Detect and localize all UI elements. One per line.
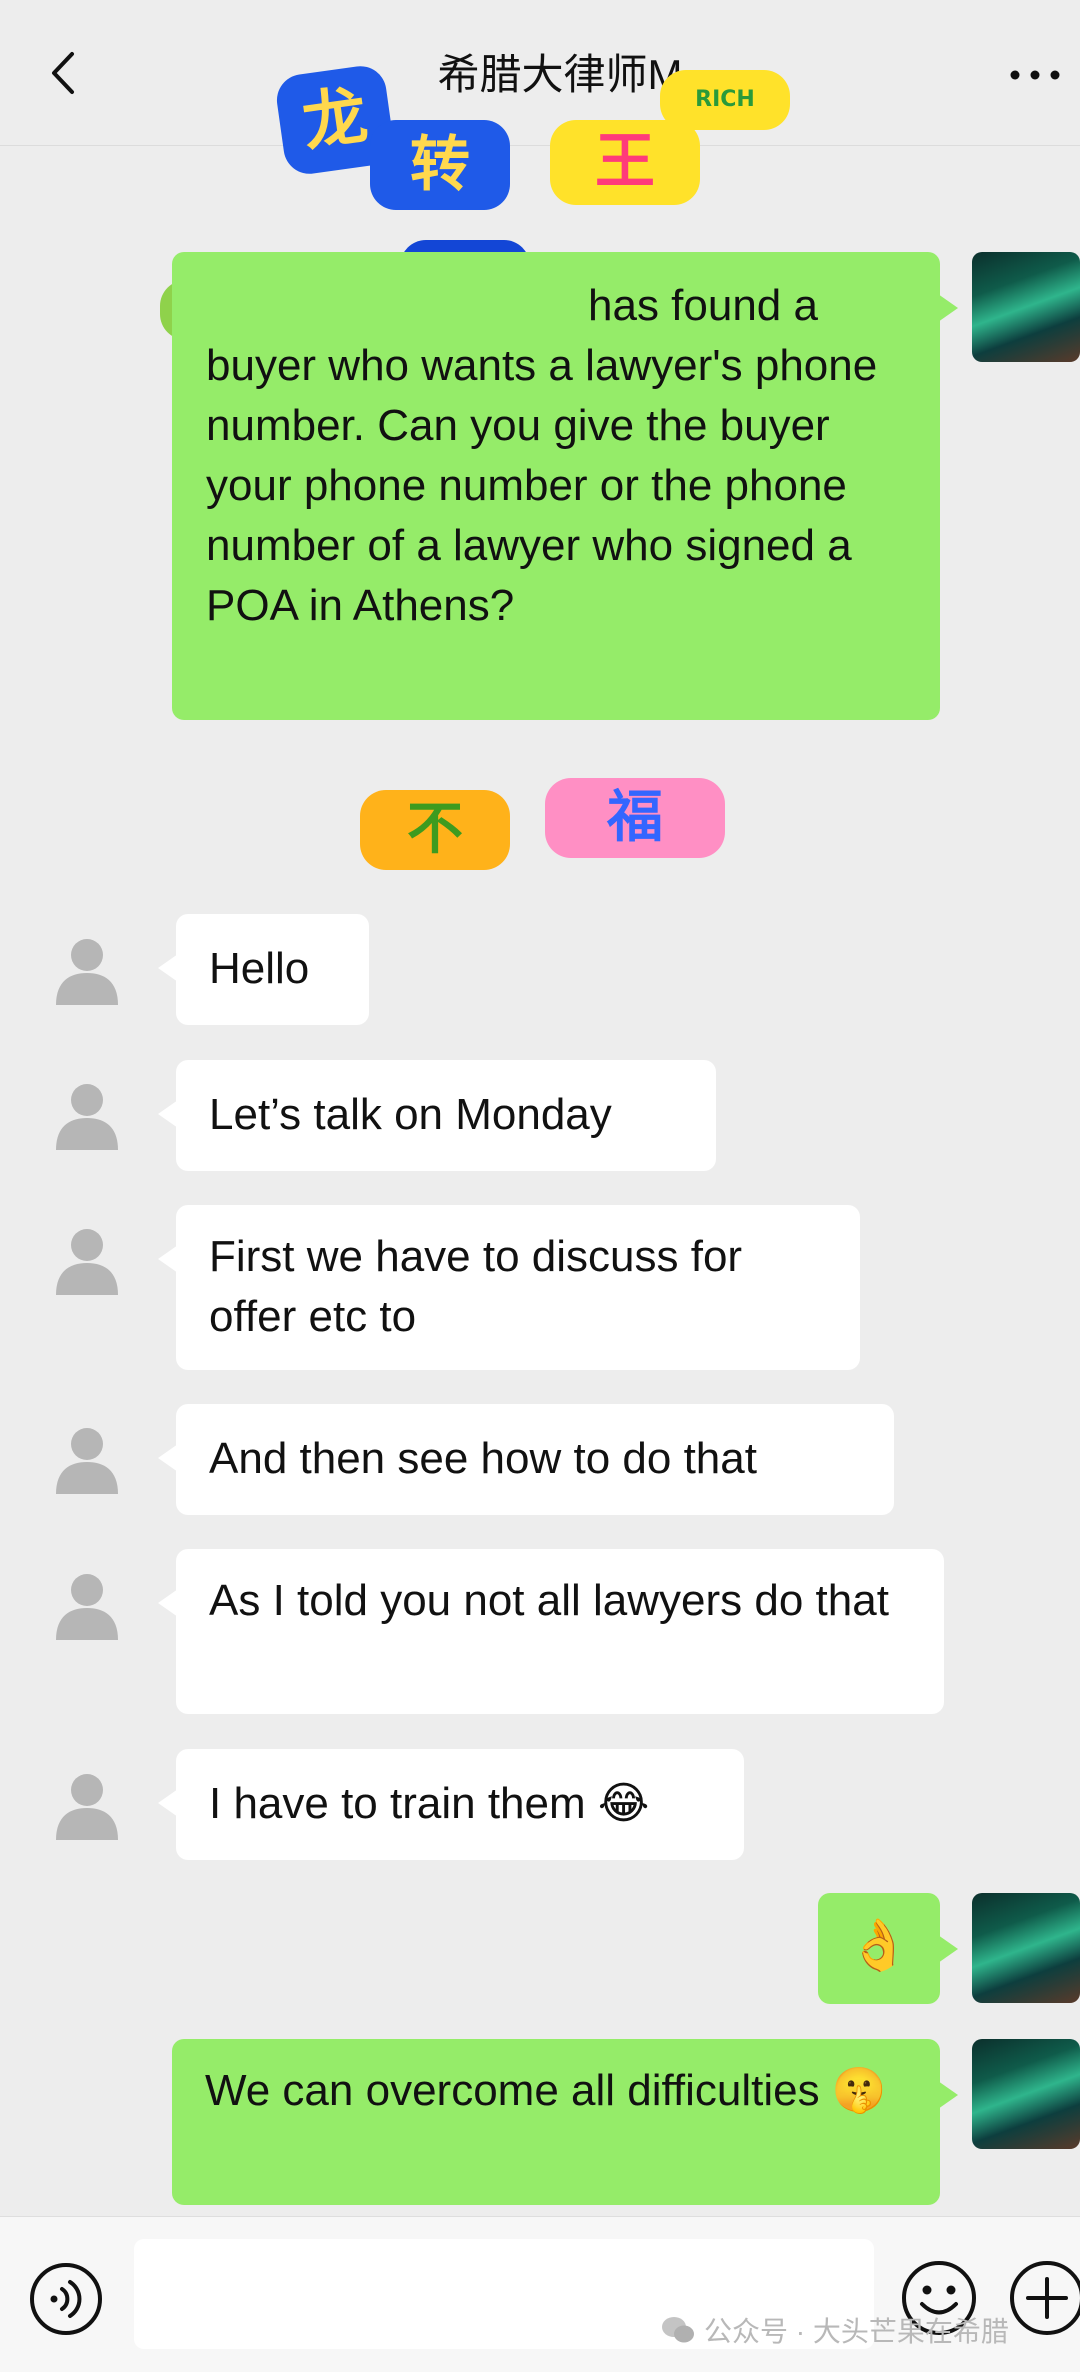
message-text: As I told you not all lawyers do that <box>209 1576 889 1625</box>
watermark-text: 公众号 · 大头芒果在希腊 <box>704 2316 1009 2347</box>
avatar-self[interactable] <box>972 2039 1080 2149</box>
sticker-bu: 不 <box>360 790 510 870</box>
message-text: I have to train them 😂 <box>209 1779 650 1828</box>
message-bubble-other[interactable]: Let’s talk on Monday <box>158 1060 716 1171</box>
person-icon[interactable] <box>52 1225 122 1295</box>
chevron-left-icon[interactable] <box>40 48 90 98</box>
message-bubble-other[interactable]: As I told you not all lawyers do that <box>158 1549 944 1714</box>
message-bubble-self[interactable]: We can overcome all difficulties 🤫 <box>172 2039 958 2205</box>
message-text: And then see how to do that <box>209 1434 757 1483</box>
message-text: has found a buyer who wants a lawyer's p… <box>206 281 878 630</box>
message-bubble-other[interactable]: First we have to discuss for offer etc t… <box>158 1205 860 1370</box>
person-icon[interactable] <box>52 1570 122 1640</box>
sticker-wang: 王 <box>550 120 700 205</box>
sticker-fu: 福 <box>545 778 725 858</box>
message-bubble-other[interactable]: I have to train them 😂 <box>158 1749 744 1860</box>
person-icon[interactable] <box>52 935 122 1005</box>
message-bubble-other[interactable]: And then see how to do that <box>158 1404 894 1515</box>
message-text: Hello <box>209 944 310 993</box>
ok-hand-emoji: 👌 <box>847 1917 911 1973</box>
message-text: We can overcome all difficulties 🤫 <box>205 2066 887 2115</box>
avatar-self[interactable] <box>972 252 1080 362</box>
message-text: Let’s talk on Monday <box>209 1090 612 1139</box>
watermark: 公众号 · 大头芒果在希腊 <box>660 2310 1009 2350</box>
sticker-rich: RICH <box>660 70 790 130</box>
message-bubble-self[interactable]: 👌 <box>818 1893 958 2004</box>
avatar-self[interactable] <box>972 1893 1080 2003</box>
chat-header: 希腊大律师M <box>0 0 1080 146</box>
wechat-icon <box>662 2317 694 2343</box>
voice-icon[interactable] <box>28 2261 104 2337</box>
person-icon[interactable] <box>52 1424 122 1494</box>
message-text: First we have to discuss for offer etc t… <box>209 1232 743 1341</box>
message-bubble-other[interactable]: Hello <box>158 914 369 1025</box>
person-icon[interactable] <box>52 1770 122 1840</box>
more-dots-icon[interactable] <box>1005 60 1065 90</box>
sticker-zhuan: 转 <box>370 120 510 210</box>
person-icon[interactable] <box>52 1080 122 1150</box>
plus-icon[interactable] <box>1008 2259 1080 2337</box>
